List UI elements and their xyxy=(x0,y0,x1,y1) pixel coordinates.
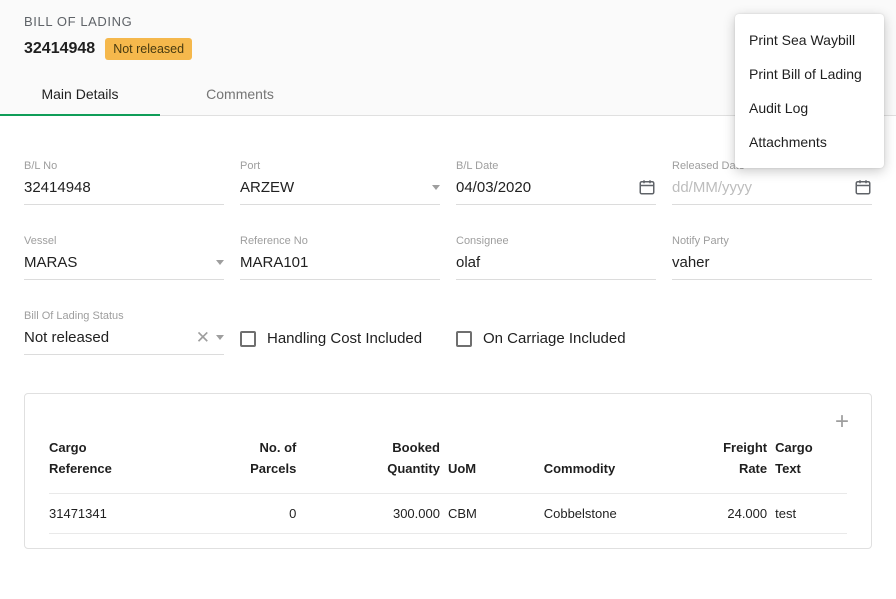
cell-freight-rate[interactable]: 24.000 xyxy=(703,493,775,533)
bl-date-label: B/L Date xyxy=(456,160,656,172)
on-carriage-label: On Carriage Included xyxy=(483,330,626,347)
vessel-select[interactable]: MARAS xyxy=(24,252,224,280)
cargo-card: + Cargo Reference No. of Parcels Booked … xyxy=(24,393,872,549)
context-menu: Print Sea Waybill Print Bill of Lading A… xyxy=(735,14,884,168)
status-badge: Not released xyxy=(105,38,192,60)
consignee-input[interactable] xyxy=(456,254,656,271)
consignee-field: Consignee xyxy=(456,235,656,280)
tab-main-details[interactable]: Main Details xyxy=(0,72,160,115)
notify-party-field: Notify Party xyxy=(672,235,872,280)
port-field: Port ARZEW xyxy=(240,160,440,205)
on-carriage-checkbox[interactable]: On Carriage Included xyxy=(456,330,656,355)
add-cargo-button[interactable]: + xyxy=(835,410,849,434)
vessel-field: Vessel MARAS xyxy=(24,235,224,280)
vessel-label: Vessel xyxy=(24,235,224,247)
menu-item-print-bill-of-lading[interactable]: Print Bill of Lading xyxy=(735,57,884,91)
table-row[interactable]: 31471341 0 300.000 CBM Cobbelstone 24.00… xyxy=(49,493,847,533)
bl-status-select[interactable]: Not released ✕ xyxy=(24,327,224,355)
cell-uom[interactable]: CBM xyxy=(448,493,544,533)
bl-status-value: Not released xyxy=(24,329,190,346)
col-no-of-parcels: No. of Parcels xyxy=(225,438,305,493)
bl-no-field: B/L No xyxy=(24,160,224,205)
cargo-table-header-row: Cargo Reference No. of Parcels Booked Qu… xyxy=(49,438,847,493)
cell-cargo-reference[interactable]: 31471341 xyxy=(49,493,225,533)
form-spacer xyxy=(672,310,872,355)
col-commodity: Commodity xyxy=(544,438,704,493)
reference-no-field: Reference No xyxy=(240,235,440,280)
calendar-icon[interactable] xyxy=(854,178,872,196)
col-cargo-reference: Cargo Reference xyxy=(49,438,225,493)
bl-date-field: B/L Date xyxy=(456,160,656,205)
col-booked-quantity: Booked Quantity xyxy=(304,438,448,493)
chevron-down-icon[interactable] xyxy=(432,185,440,190)
cell-commodity[interactable]: Cobbelstone xyxy=(544,493,704,533)
reference-no-label: Reference No xyxy=(240,235,440,247)
released-date-input[interactable] xyxy=(672,179,848,196)
bl-no-label: B/L No xyxy=(24,160,224,172)
menu-item-print-sea-waybill[interactable]: Print Sea Waybill xyxy=(735,23,884,57)
calendar-icon[interactable] xyxy=(638,178,656,196)
vessel-value: MARAS xyxy=(24,254,210,271)
reference-no-input[interactable] xyxy=(240,254,440,271)
bl-status-field: Bill Of Lading Status Not released ✕ xyxy=(24,310,224,355)
chevron-down-icon[interactable] xyxy=(216,260,224,265)
tab-comments[interactable]: Comments xyxy=(160,72,320,115)
bl-number: 32414948 xyxy=(24,40,95,58)
bl-date-input[interactable] xyxy=(456,179,632,196)
port-label: Port xyxy=(240,160,440,172)
port-select[interactable]: ARZEW xyxy=(240,177,440,205)
clear-icon[interactable]: ✕ xyxy=(196,329,210,346)
active-tab-indicator xyxy=(0,114,160,116)
handling-cost-checkbox[interactable]: Handling Cost Included xyxy=(240,330,440,355)
checkbox-icon[interactable] xyxy=(240,331,256,347)
cargo-table: Cargo Reference No. of Parcels Booked Qu… xyxy=(49,438,847,534)
chevron-down-icon[interactable] xyxy=(216,335,224,340)
consignee-label: Consignee xyxy=(456,235,656,247)
col-freight-rate: Freight Rate xyxy=(703,438,775,493)
cell-no-of-parcels[interactable]: 0 xyxy=(225,493,305,533)
cell-cargo-text[interactable]: test xyxy=(775,493,847,533)
menu-item-audit-log[interactable]: Audit Log xyxy=(735,91,884,125)
bl-no-input[interactable] xyxy=(24,179,224,196)
menu-item-attachments[interactable]: Attachments xyxy=(735,125,884,159)
port-value: ARZEW xyxy=(240,179,426,196)
checkbox-icon[interactable] xyxy=(456,331,472,347)
bl-status-label: Bill Of Lading Status xyxy=(24,310,224,322)
col-uom: UoM xyxy=(448,438,544,493)
handling-cost-label: Handling Cost Included xyxy=(267,330,422,347)
notify-party-input[interactable] xyxy=(672,254,872,271)
notify-party-label: Notify Party xyxy=(672,235,872,247)
col-cargo-text: Cargo Text xyxy=(775,438,847,493)
cell-booked-quantity[interactable]: 300.000 xyxy=(304,493,448,533)
